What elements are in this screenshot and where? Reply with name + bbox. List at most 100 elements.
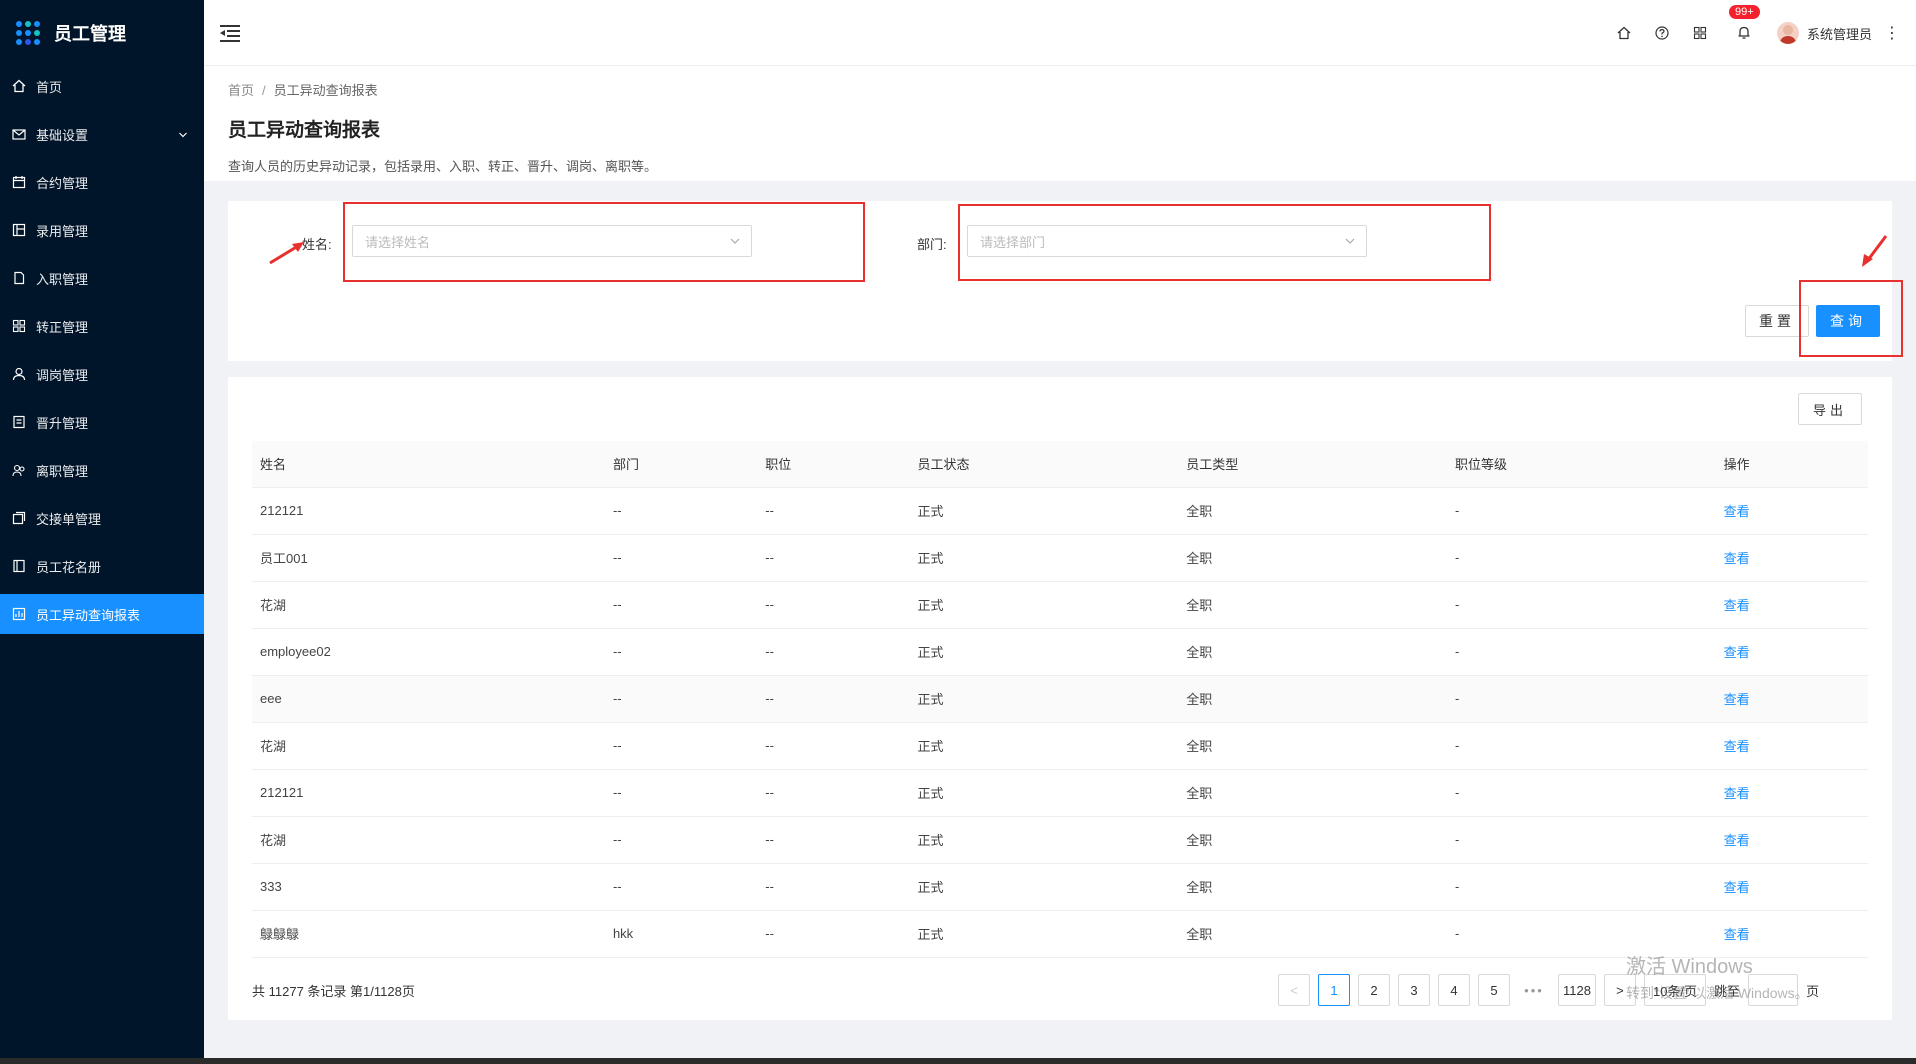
column-header: 职位 [757,441,910,488]
app-title: 员工管理 [54,24,126,44]
sidebar-item-1[interactable]: 基础设置 [0,114,204,154]
page-button-3[interactable]: 3 [1398,974,1430,1006]
sidebar-item-3[interactable]: 录用管理 [0,210,204,250]
home-icon[interactable] [1615,24,1633,42]
annotation-arrow-icon [1862,235,1888,267]
total-records: 共 11277 条记录 第1/1128页 [252,984,415,999]
view-link[interactable]: 查看 [1715,863,1868,911]
column-header: 职位等级 [1446,441,1716,488]
profile-icon [12,415,26,429]
sidebar-item-label: 入职管理 [36,271,89,287]
sidebar-item-9[interactable]: 交接单管理 [0,498,204,538]
breadcrumb: 首页 / 员工异动查询报表 [228,80,1892,99]
table-card: 导出 姓名 部门 职位 员工状态 员工类型 职位等级 操作 212121 -- -- 正式 全职 - 查… [228,377,1892,1020]
sidebar-item-11[interactable]: 员工异动查询报表 [0,594,204,634]
sidebar-item-label: 离职管理 [36,463,89,479]
sidebar-item-0[interactable]: 首页 [0,66,204,106]
mail-icon [12,127,26,141]
sidebar: 员工管理 首页基础设置合约管理录用管理入职管理转正管理调岗管理晋升管理离职管理交… [0,0,204,1064]
table-row: 花湖 -- -- 正式 全职 - 查看 [252,581,1868,629]
sidebar-item-label: 录用管理 [36,223,89,239]
sidebar-item-5[interactable]: 转正管理 [0,306,204,346]
file-icon [12,271,26,285]
logo[interactable]: 员工管理 [0,0,204,66]
top-header: 99+ 系统管理员 ⋮ [204,0,1916,66]
table-cell: 正式 [909,534,1179,582]
view-link[interactable]: 查看 [1715,675,1868,723]
table-row: 212121 -- -- 正式 全职 - 查看 [252,487,1868,535]
table-cell: - [1446,910,1716,958]
table-cell: - [1446,487,1716,535]
watermark-title: 激活 Windows [1626,956,1753,978]
view-link[interactable]: 查看 [1715,487,1868,535]
page-description: 查询人员的历史异动记录，包括录用、入职、转正、晋升、调岗、离职等。 [228,159,658,174]
sidebar-item-label: 基础设置 [36,127,89,143]
view-link[interactable]: 查看 [1715,581,1868,629]
calendar-icon [12,175,26,189]
user-icon [12,367,26,381]
table-cell: 正式 [909,769,1179,817]
table-cell: 全职 [1178,581,1447,629]
sidebar-item-10[interactable]: 员工花名册 [0,546,204,586]
table-cell: 全职 [1178,769,1447,817]
view-link[interactable]: 查看 [1715,910,1868,958]
table-cell: 全职 [1178,675,1447,723]
table-cell: 333 [252,863,605,911]
menu-fold-icon[interactable] [220,24,240,42]
table-cell: 正式 [909,581,1179,629]
table-cell: 全职 [1178,628,1447,676]
table-cell: -- [757,534,910,582]
table-body: 212121 -- -- 正式 全职 - 查看 员工001 -- -- 正式 全职 - 查看 花湖 -- -- 正… [252,487,1868,958]
home-icon [12,79,26,93]
book-icon [12,559,26,573]
data-table: 姓名 部门 职位 员工状态 员工类型 职位等级 操作 212121 -- -- 正式 全职 - 查看 员工… [252,441,1868,958]
table-cell: -- [757,863,910,911]
page-button-2[interactable]: 2 [1358,974,1390,1006]
view-link[interactable]: 查看 [1715,628,1868,676]
column-header: 部门 [604,441,758,488]
table-cell: 正式 [909,910,1179,958]
more-vertical-icon[interactable]: ⋮ [1884,23,1900,43]
breadcrumb-separator: / [262,83,266,98]
help-icon[interactable] [1653,24,1671,42]
username[interactable]: 系统管理员 [1807,24,1872,43]
export-button[interactable]: 导出 [1798,393,1862,425]
sidebar-item-2[interactable]: 合约管理 [0,162,204,202]
breadcrumb-home[interactable]: 首页 [228,83,254,98]
sidebar-item-label: 员工花名册 [36,559,102,575]
table-cell: -- [757,628,910,676]
apps-icon[interactable] [1691,24,1709,42]
notification-badge: 99+ [1728,5,1760,20]
table-row: 花湖 -- -- 正式 全职 - 查看 [252,816,1868,864]
sidebar-item-6[interactable]: 调岗管理 [0,354,204,394]
page-button-last[interactable]: 1128 [1558,974,1596,1006]
prev-page-button[interactable]: < [1278,974,1310,1006]
table-row: 花湖 -- -- 正式 全职 - 查看 [252,722,1868,770]
sidebar-item-label: 交接单管理 [36,511,102,527]
notification-bell[interactable]: 99+ [1728,5,1760,43]
sidebar-item-7[interactable]: 晋升管理 [0,402,204,442]
annotation-box-dept [958,204,1491,281]
view-link[interactable]: 查看 [1715,769,1868,817]
view-link[interactable]: 查看 [1715,816,1868,864]
sidebar-item-4[interactable]: 入职管理 [0,258,204,298]
page-button-1[interactable]: 1 [1318,974,1350,1006]
table-cell: 员工001 [252,534,605,582]
page-title: 员工异动查询报表 [228,120,381,141]
column-header: 操作 [1715,441,1868,488]
table-cell: -- [757,769,910,817]
more-pages-icon[interactable]: ••• [1518,974,1550,1006]
sidebar-item-8[interactable]: 离职管理 [0,450,204,490]
avatar[interactable] [1776,22,1799,44]
annotation-box-name [343,202,865,282]
view-link[interactable]: 查看 [1715,722,1868,770]
table-cell: 鵦鵦鵦 [252,910,605,958]
table-cell: 花湖 [252,816,605,864]
table-cell: - [1446,628,1716,676]
table-cell: -- [604,675,758,723]
table-cell: 正式 [909,628,1179,676]
view-link[interactable]: 查看 [1715,534,1868,582]
page-button-5[interactable]: 5 [1478,974,1510,1006]
page-button-4[interactable]: 4 [1438,974,1470,1006]
table-cell: - [1446,722,1716,770]
